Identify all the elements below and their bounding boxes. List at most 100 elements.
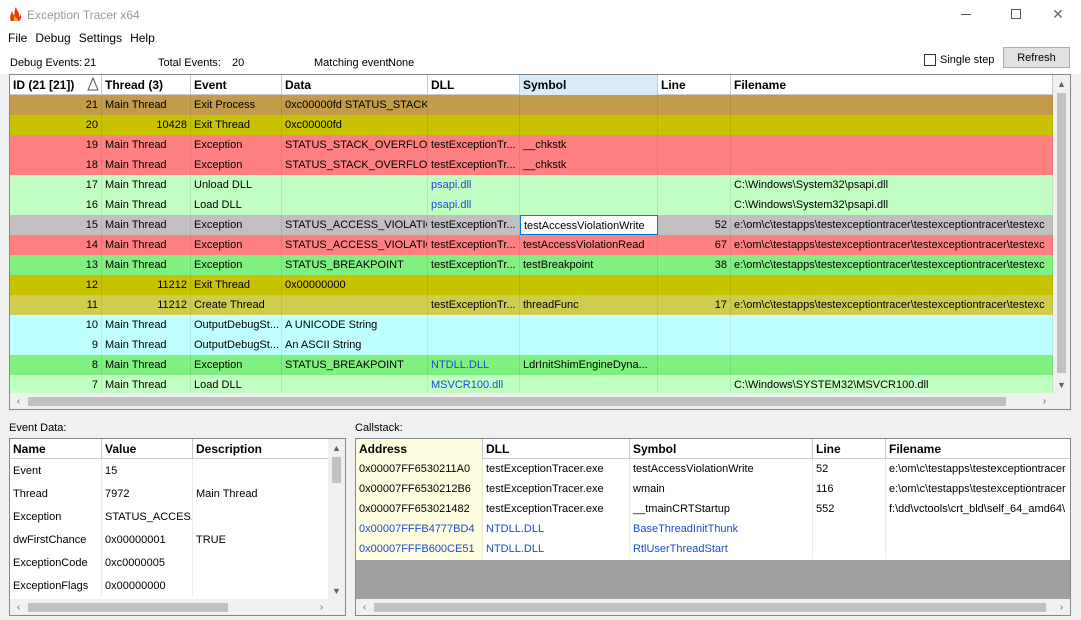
menu-debug[interactable]: Debug — [31, 28, 74, 48]
table-cell: 38 — [658, 255, 731, 275]
column-header[interactable]: Symbol — [630, 439, 813, 459]
column-header[interactable]: Symbol — [520, 75, 658, 95]
scroll-up-icon[interactable]: ▲ — [328, 439, 345, 456]
table-row[interactable]: dwFirstChance 0x00000001 TRUE — [10, 528, 330, 551]
column-header[interactable]: Thread (3) — [102, 75, 191, 95]
table-cell: STATUS_BREAKPOINT — [282, 355, 428, 375]
table-cell: TRUE — [193, 528, 330, 551]
column-header[interactable]: Address — [356, 439, 483, 459]
events-horizontal-scrollbar[interactable]: ‹ › — [10, 393, 1070, 409]
table-cell: 17 — [10, 175, 102, 195]
table-cell: Exception — [191, 255, 282, 275]
callstack-grid[interactable]: Address DLL Symbol Line Filename 0x00007FF65… — [355, 438, 1071, 616]
column-header[interactable]: Value — [102, 439, 193, 459]
table-row[interactable]: 7 Main Thread Load DLL MSVCR100.dll C:\Windo… — [10, 375, 1053, 395]
scroll-thumb[interactable] — [28, 397, 1006, 406]
table-cell: Main Thread — [102, 135, 191, 155]
column-header[interactable]: DLL — [483, 439, 630, 459]
table-row[interactable]: 10 Main Thread OutputDebugSt... A UNICODE S… — [10, 315, 1053, 335]
table-row[interactable]: 0x00007FF6530212B6 testExceptionTracer.ex… — [356, 479, 1070, 499]
column-header[interactable]: Line — [813, 439, 886, 459]
table-row[interactable]: 13 Main Thread Exception STATUS_BREAKPOINT t… — [10, 255, 1053, 275]
scroll-left-icon[interactable]: ‹ — [10, 599, 27, 615]
table-row[interactable]: 9 Main Thread OutputDebugSt... An ASCII Str… — [10, 335, 1053, 355]
maximize-icon — [1011, 9, 1021, 19]
scroll-left-icon[interactable]: ‹ — [356, 599, 373, 615]
scroll-right-icon[interactable]: › — [1036, 393, 1053, 409]
scroll-down-icon[interactable]: ▼ — [1053, 376, 1070, 393]
table-cell — [658, 155, 731, 175]
menu-help[interactable]: Help — [126, 28, 159, 48]
column-header[interactable]: Data — [282, 75, 428, 95]
table-cell: 13 — [10, 255, 102, 275]
table-row[interactable]: 18 Main Thread Exception STATUS_STACK_OVERF… — [10, 155, 1053, 175]
scroll-thumb[interactable] — [1057, 93, 1066, 373]
table-row[interactable]: 20 10428 Exit Thread 0xc00000fd — [10, 115, 1053, 135]
column-header[interactable]: ID (21 [21]) — [10, 75, 102, 95]
table-row[interactable]: 17 Main Thread Unload DLL psapi.dll C:\Windo… — [10, 175, 1053, 195]
event-data-horizontal-scrollbar[interactable]: ‹ › — [10, 599, 345, 615]
table-cell — [658, 315, 731, 335]
table-row[interactable]: 12 11212 Exit Thread 0x00000000 — [10, 275, 1053, 295]
table-row[interactable]: ExceptionCode 0xc0000005 — [10, 551, 330, 574]
table-row[interactable]: 21 Main Thread Exit Process 0xc00000fd STAT… — [10, 95, 1053, 115]
table-row[interactable]: 0x00007FFFB600CE51 NTDLL.DLL RtlUserThread… — [356, 539, 1070, 559]
menu-settings[interactable]: Settings — [75, 28, 126, 48]
table-cell: Load DLL — [191, 195, 282, 215]
table-cell — [520, 275, 658, 295]
event-data-label: Event Data: — [9, 422, 67, 434]
column-header[interactable]: Filename — [731, 75, 1053, 95]
column-header[interactable]: Line — [658, 75, 731, 95]
table-row[interactable]: ExceptionFlags 0x00000000 — [10, 574, 330, 597]
events-grid[interactable]: ID (21 [21]) Thread (3) Event Data DLL Symbol… — [9, 74, 1071, 410]
column-header[interactable]: Name — [10, 439, 102, 459]
table-row[interactable]: 11 11212 Create Thread testExceptionTr... th… — [10, 295, 1053, 315]
column-header[interactable]: DLL — [428, 75, 520, 95]
menu-file[interactable]: File — [4, 28, 31, 48]
table-row[interactable]: 15 Main Thread Exception STATUS_ACCESS_VIOL… — [10, 215, 1053, 235]
table-row[interactable]: 0x00007FF6530211A0 testExceptionTracer.ex… — [356, 459, 1070, 479]
scroll-thumb[interactable] — [28, 603, 228, 612]
column-header[interactable]: Filename — [886, 439, 1070, 459]
table-cell — [731, 355, 1053, 375]
event-data-grid[interactable]: Name Value Description Event 15 Thread 7972 Ma… — [9, 438, 346, 616]
maximize-button[interactable] — [993, 0, 1039, 28]
scroll-thumb[interactable] — [374, 603, 1046, 612]
table-cell — [731, 155, 1053, 175]
scroll-left-icon[interactable]: ‹ — [10, 393, 27, 409]
table-cell: 0x00000000 — [282, 275, 428, 295]
table-row[interactable]: Exception STATUS_ACCES... — [10, 505, 330, 528]
table-row[interactable]: 0x00007FF653021482 testExceptionTracer.ex… — [356, 499, 1070, 519]
table-row[interactable]: Event 15 — [10, 459, 330, 482]
event-data-vertical-scrollbar[interactable]: ▲ ▼ — [328, 439, 345, 599]
table-row[interactable]: 8 Main Thread Exception STATUS_BREAKPOINT NT… — [10, 355, 1053, 375]
column-header[interactable]: Description — [193, 439, 330, 459]
table-cell: Load DLL — [191, 375, 282, 395]
table-row[interactable]: Thread 7972 Main Thread — [10, 482, 330, 505]
close-button[interactable]: ✕ — [1035, 0, 1081, 28]
scroll-right-icon[interactable]: › — [1053, 599, 1070, 615]
checkbox-box[interactable] — [924, 54, 936, 66]
table-cell: testExceptionTr... — [428, 215, 520, 235]
single-step-checkbox[interactable]: Single step — [924, 54, 994, 66]
table-cell: Main Thread — [102, 255, 191, 275]
events-vertical-scrollbar[interactable]: ▲ ▼ — [1053, 75, 1070, 393]
table-row[interactable]: 14 Main Thread Exception STATUS_ACCESS_VIOL… — [10, 235, 1053, 255]
table-cell: 0x00007FFFB600CE51 — [356, 539, 483, 559]
table-row[interactable]: 16 Main Thread Load DLL psapi.dll C:\Windows… — [10, 195, 1053, 215]
table-cell — [428, 275, 520, 295]
scroll-up-icon[interactable]: ▲ — [1053, 75, 1070, 92]
column-header[interactable]: Event — [191, 75, 282, 95]
minimize-button[interactable] — [943, 0, 989, 28]
scroll-thumb[interactable] — [332, 457, 341, 483]
table-cell: psapi.dll — [428, 195, 520, 215]
table-row[interactable]: 19 Main Thread Exception STATUS_STACK_OVERF… — [10, 135, 1053, 155]
table-cell: OutputDebugSt... — [191, 335, 282, 355]
table-cell: 7972 — [102, 482, 193, 505]
table-cell: testAccessViolationRead — [520, 235, 658, 255]
callstack-horizontal-scrollbar[interactable]: ‹ › — [356, 599, 1070, 615]
refresh-button[interactable]: Refresh — [1003, 47, 1070, 68]
scroll-down-icon[interactable]: ▼ — [328, 582, 345, 599]
table-row[interactable]: 0x00007FFFB4777BD4 NTDLL.DLL BaseThreadIni… — [356, 519, 1070, 539]
scroll-right-icon[interactable]: › — [313, 599, 330, 615]
